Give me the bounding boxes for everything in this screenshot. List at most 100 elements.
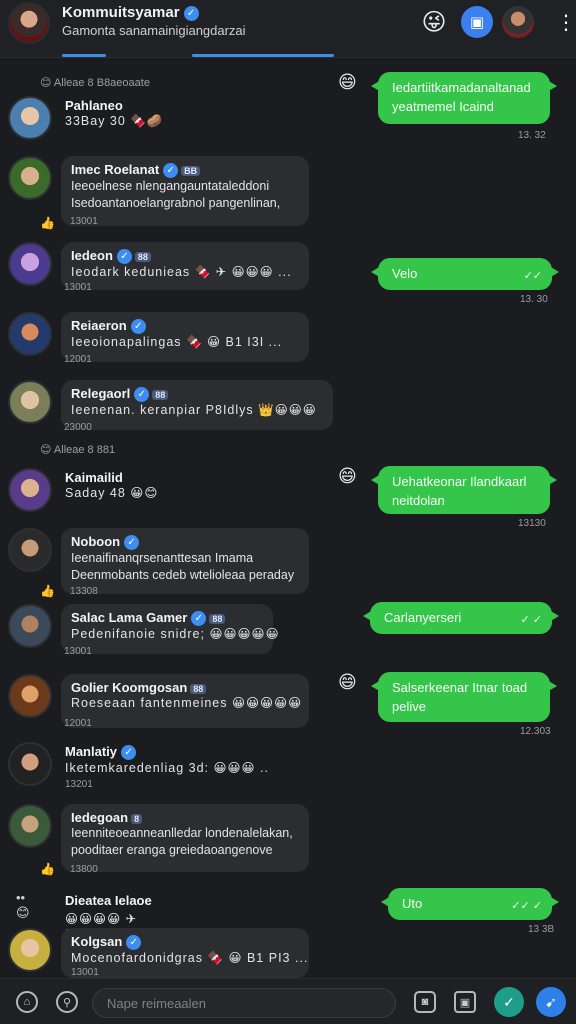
message-bubble[interactable]: Kaimailid Saday 48 😀😊 (61, 468, 162, 504)
avatar[interactable] (8, 468, 52, 512)
reaction-icon[interactable]: 👍 (40, 216, 55, 230)
message-bubble[interactable]: Manlatiy ✓ Iketemkaredenliag 3d: 😀😀😀 .. 1… (61, 742, 273, 792)
typing-icon: •• 😊 (16, 890, 30, 920)
message-bubble[interactable]: Iedegoan 8 Ieenniteoeanneanlledar londena… (61, 804, 309, 872)
timestamp: 13 3B (528, 924, 555, 935)
avatar[interactable] (8, 528, 52, 572)
message-input[interactable] (92, 988, 396, 1018)
group-title[interactable]: Kommuitsyamar ✓ (62, 4, 199, 21)
verified-icon: ✓ (134, 387, 150, 403)
reaction-icon[interactable]: 😄 (338, 672, 357, 693)
timestamp: 13001 (64, 646, 92, 657)
message-bubble[interactable]: Relegaorl ✓ 88 Ieenenan. keranpiar P8Idlys… (61, 380, 333, 430)
avatar[interactable] (8, 742, 52, 786)
message-bubble-outgoing[interactable]: Carlanyerseri ✓ ✓ (363, 602, 559, 634)
message-bubble[interactable]: Noboon ✓ Ieenaifinanqrsenanttesan Imama D… (61, 528, 309, 594)
avatar[interactable] (8, 928, 52, 972)
message-bubble-outgoing[interactable]: Velo ✓✓ (371, 258, 559, 290)
more-vertical-icon[interactable]: ⋮ (556, 10, 576, 35)
voice-icon[interactable]: ➹ (536, 987, 566, 1017)
sender-name[interactable]: Relegaorl ✓ 88 (71, 386, 323, 403)
avatar[interactable] (8, 96, 52, 140)
sender-name[interactable]: Golier Koomgosan 88 (71, 680, 299, 695)
message-bubble[interactable]: Pahlaneo 33Bay 30 🍫🥔 (61, 96, 167, 132)
composer-bar: ⌂ ⚲ ◙ ▣ ✓ ➹ (0, 978, 576, 1024)
message-bubble[interactable]: Reiaeron ✓ Ieeoionapalingas 🍫 😀 B1 I3I ..… (61, 312, 309, 362)
sender-name[interactable]: Dieatea Ielaoe (65, 893, 152, 908)
send-icon[interactable]: ✓ (494, 987, 524, 1017)
timestamp: 13308 (70, 586, 98, 597)
avatar[interactable] (8, 312, 52, 356)
verified-icon: ✓ (126, 935, 142, 951)
chat-header: Kommuitsyamar ✓ Gamonta sanamainigiangdar… (0, 0, 576, 58)
message-bubble[interactable]: Kolgsan ✓ Mocenofardonidgras 🍫 😀 B1 PI3 .… (61, 928, 309, 978)
sender-name[interactable]: Iedeon ✓ 88 (71, 248, 299, 265)
message-text: Mocenofardonidgras 🍫 😀 B1 PI3 ... (71, 951, 309, 966)
message-bubble[interactable]: Iedeon ✓ 88 Ieodark kedunieas 🍫 ✈ 😀😀😀 ... (61, 242, 309, 290)
message-text: Uehatkeonar Ilandkaarl (392, 474, 527, 489)
reaction-icon[interactable]: 👍 (40, 584, 55, 598)
message-list[interactable]: 😊 Alleae 8 B8aeoaate 😊 Alleae 8 881 Pahl… (0, 58, 576, 978)
message-bubble[interactable]: Golier Koomgosan 88 Roeseaan fantenmeines… (61, 674, 309, 728)
timestamp: 12001 (64, 354, 92, 365)
verified-icon: ✓ (121, 745, 137, 761)
camera-icon[interactable]: ▣ (454, 991, 476, 1013)
avatar[interactable] (8, 242, 52, 286)
read-receipt-icon: ✓✓ ✓ (511, 900, 542, 912)
sender-name[interactable]: Reiaeron ✓ (71, 318, 299, 335)
search-icon[interactable]: ⚲ (56, 991, 78, 1013)
avatar[interactable] (8, 804, 52, 848)
message-bubble-outgoing[interactable]: Iedartiitkamadanaltanad yeatmemel Icaind (371, 72, 557, 124)
message-bubble[interactable]: Imec Roelanat ✓ BB Ieeoelnese nlengangaunt… (61, 156, 309, 226)
message-text: Ieeoelnese nlengangauntataleddoni (71, 179, 270, 194)
user-avatar[interactable] (502, 6, 534, 38)
sender-name[interactable]: Salac Lama Gamer ✓ 88 (71, 610, 263, 627)
chat-icon[interactable]: ▣ (461, 6, 493, 38)
message-text: 33Bay 30 🍫🥔 (65, 114, 164, 128)
tab-indicator-active (192, 54, 334, 57)
message-bubble-outgoing[interactable]: Uto ✓✓ ✓ (381, 888, 559, 920)
message-text: Isedoantanoelangrabnol pangenlinan, (71, 196, 281, 211)
message-text: pooditaer eranga greiedaoangenove (71, 843, 273, 857)
sender-name[interactable]: Iedegoan 8 (71, 810, 299, 825)
sender-name[interactable]: Noboon ✓ (71, 534, 299, 551)
reaction-icon[interactable]: 👍 (40, 862, 55, 876)
verified-icon: ✓ (116, 249, 132, 265)
message-text: pelive (392, 699, 426, 714)
attach-icon[interactable]: ◙ (414, 991, 436, 1013)
message-text: Pedenifanoie snidre; 😀😀😀😀😀 (71, 627, 280, 642)
verified-icon: ✓ (183, 5, 199, 21)
message-text: Velo (392, 266, 418, 281)
timestamp: 23000 (64, 422, 92, 433)
timestamp: 13001 (70, 216, 98, 227)
sender-name[interactable]: Kaimailid (65, 470, 158, 485)
group-avatar[interactable] (8, 2, 50, 44)
timestamp: 12001 (64, 718, 92, 729)
timestamp: 13. 30 (520, 294, 548, 305)
avatar[interactable] (8, 156, 52, 200)
timestamp: 13001 (71, 967, 99, 979)
timestamp: 12.303 (520, 726, 551, 737)
message-text: Ieenaifinanqrsenanttesan Imama (71, 551, 254, 566)
avatar[interactable] (8, 674, 52, 718)
sender-name[interactable]: Imec Roelanat ✓ BB (71, 162, 299, 179)
message-bubble-outgoing[interactable]: Uehatkeonar Ilandkaarl neitdolan (371, 466, 557, 514)
reaction-icon[interactable]: 😄 (338, 466, 357, 487)
verified-icon: ✓ (124, 535, 140, 551)
message-text: neitdolan (392, 493, 445, 508)
message-bubble-outgoing[interactable]: Salserkeenar Itnar toad pelive (371, 672, 557, 722)
home-icon[interactable]: ⌂ (16, 991, 38, 1013)
reaction-icon[interactable]: 😄 (338, 72, 357, 93)
message-text: Saday 48 😀😊 (65, 486, 159, 500)
message-text: 😀😀😀😀 ✈ (65, 912, 138, 926)
avatar[interactable] (8, 380, 52, 424)
sender-name[interactable]: Pahlaneo (65, 98, 163, 113)
timestamp: 13001 (64, 282, 92, 293)
sender-name[interactable]: Manlatiy ✓ (65, 744, 269, 761)
emoji-icon[interactable]: 😜 (418, 6, 450, 38)
message-bubble[interactable]: Salac Lama Gamer ✓ 88 Pedenifanoie snidre;… (61, 604, 280, 654)
message-text: Carlanyerseri (384, 610, 462, 625)
avatar[interactable] (8, 604, 52, 648)
sender-name[interactable]: Kolgsan ✓ (71, 934, 299, 951)
timestamp: 13800 (70, 864, 98, 875)
